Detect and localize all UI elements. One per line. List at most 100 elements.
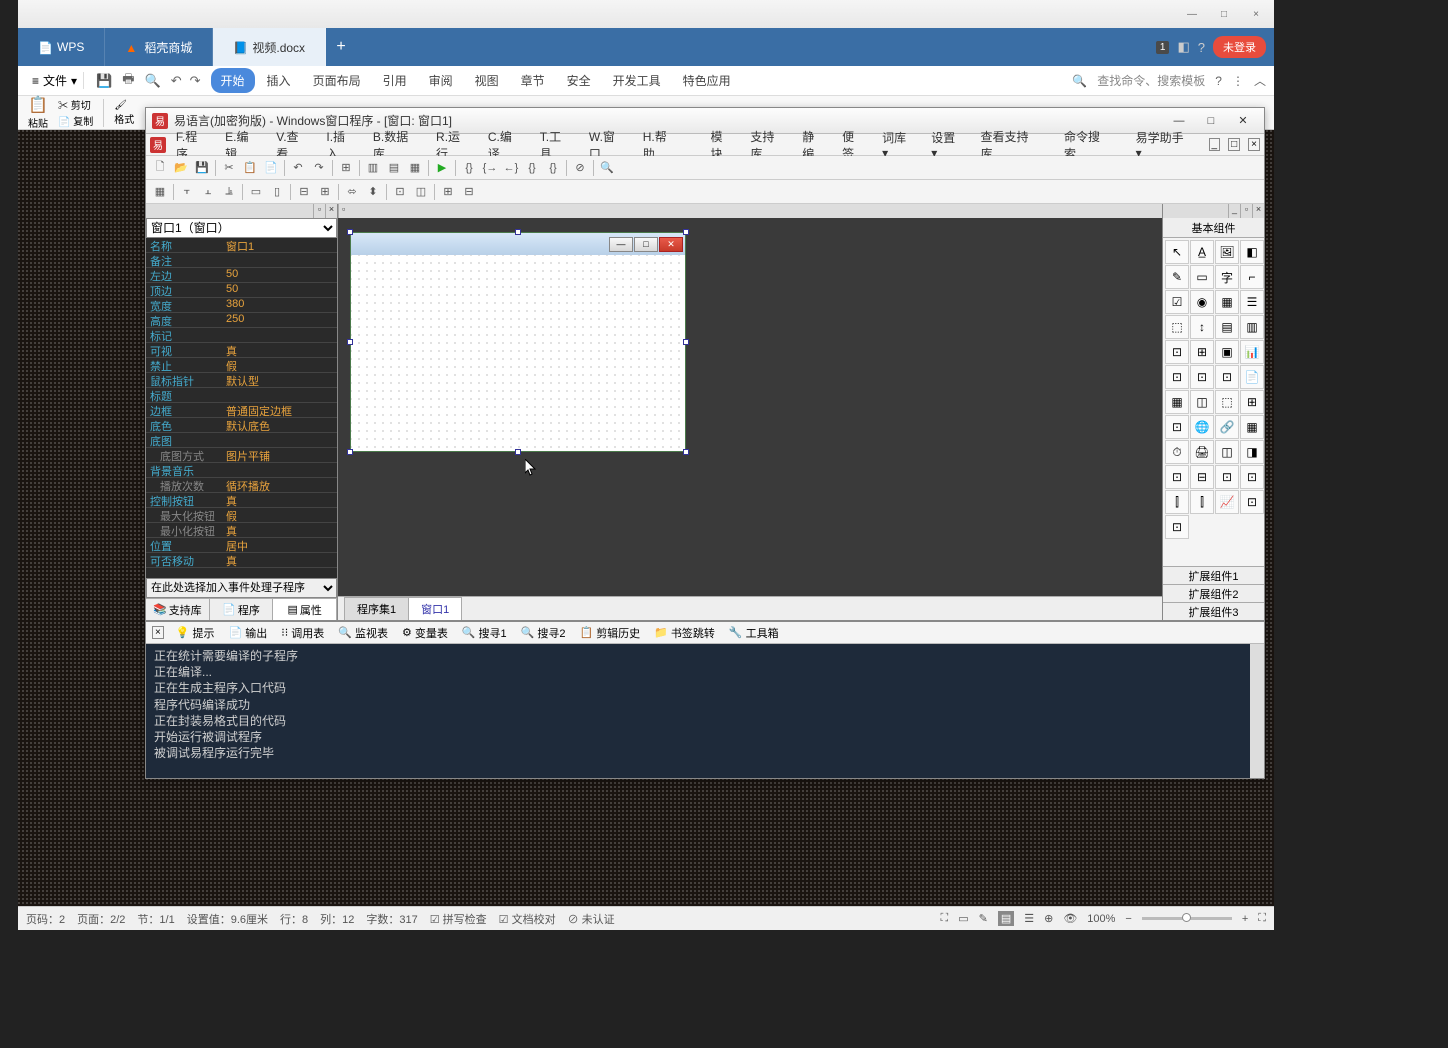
panel-close-icon[interactable]: × [1252,204,1264,218]
component-item-24[interactable]: ▦ [1165,390,1189,414]
resize-handle-e[interactable] [683,339,689,345]
prop-row[interactable]: 鼠标指针默认型 [146,373,337,388]
prop-value[interactable]: 真 [222,553,337,567]
view-edit-icon[interactable]: ✎ [979,912,988,925]
prop-value[interactable]: 真 [222,343,337,357]
lefttab-supportlib[interactable]: 📚支持库 [146,599,210,620]
redo-icon[interactable]: ↷ [190,73,201,89]
tb-cut-icon[interactable]: ✂ [219,158,239,178]
tb-step4-icon[interactable]: {} [522,158,542,178]
resize-handle-n[interactable] [515,229,521,235]
tb-al6-icon[interactable]: ▯ [267,182,287,202]
tb-al12-icon[interactable]: ◫ [411,182,431,202]
prop-row[interactable]: 左边50 [146,268,337,283]
component-item-15[interactable]: ▥ [1240,315,1264,339]
prop-row[interactable]: 背景音乐 [146,463,337,478]
prop-row[interactable]: 播放次数循环播放 [146,478,337,493]
tb-step3-icon[interactable]: ←} [501,158,521,178]
resize-handle-ne[interactable] [683,229,689,235]
component-item-16[interactable]: ⊡ [1165,340,1189,364]
zoom-value[interactable]: 100% [1087,913,1115,925]
tb-undo-icon[interactable]: ↶ [288,158,308,178]
component-item-37[interactable]: ⊟ [1190,465,1214,489]
prop-value[interactable]: 假 [222,508,337,522]
component-item-7[interactable]: ⌐ [1240,265,1264,289]
prop-row[interactable]: 位置居中 [146,538,337,553]
tab-programset1[interactable]: 程序集1 [344,597,409,620]
prop-row[interactable]: 最小化按钮真 [146,523,337,538]
status-page[interactable]: 页码：2 [26,911,65,927]
tb-al3-icon[interactable]: ⫠ [198,182,218,202]
output-scrollbar[interactable] [1250,644,1264,778]
component-item-10[interactable]: ▦ [1215,290,1239,314]
view-outline-icon[interactable]: ☰ [1024,912,1034,925]
component-item-5[interactable]: ▭ [1190,265,1214,289]
outtab-search1[interactable]: 🔍搜寻1 [456,623,513,643]
view-page-icon[interactable]: ▤ [998,911,1014,926]
component-item-1[interactable]: A̲ [1190,240,1214,264]
component-item-4[interactable]: ✎ [1165,265,1189,289]
tb-redo-icon[interactable]: ↷ [309,158,329,178]
tb-step5-icon[interactable]: {} [543,158,563,178]
component-item-44[interactable]: ⊡ [1165,515,1189,539]
tb-al11-icon[interactable]: ⊡ [390,182,410,202]
tb-run-icon[interactable]: ▶ [432,158,452,178]
zoom-in-button[interactable]: + [1242,913,1248,925]
status-proof[interactable]: ☑ 文档校对 [499,911,556,927]
component-item-29[interactable]: 🌐 [1190,415,1214,439]
prop-row[interactable]: 顶边50 [146,283,337,298]
component-item-17[interactable]: ⊞ [1190,340,1214,364]
tb-step2-icon[interactable]: {→ [480,158,500,178]
mdi-close-icon[interactable]: × [1248,138,1260,151]
ribbon-chapter[interactable]: 章节 [511,68,555,93]
panel-pin-icon[interactable]: ▫ [1240,204,1252,218]
tb-tabord-icon[interactable]: ⊞ [336,158,356,178]
fit-icon[interactable]: ⛶ [1258,912,1266,925]
help-icon[interactable]: ? [1198,40,1205,55]
tb-al10-icon[interactable]: ⬍ [363,182,383,202]
tab-docer[interactable]: ▲稻壳商城 [105,28,213,66]
ribbon-special[interactable]: 特色应用 [673,68,741,93]
mdi-max-icon[interactable]: □ [1228,138,1240,151]
status-spell[interactable]: ☑ 拼写检查 [430,911,487,927]
tb-al5-icon[interactable]: ▭ [246,182,266,202]
outtab-search2[interactable]: 🔍搜寻2 [515,623,572,643]
prop-value[interactable] [222,328,337,342]
resize-handle-nw[interactable] [347,229,353,235]
component-item-9[interactable]: ◉ [1190,290,1214,314]
exttab-2[interactable]: 扩展组件2 [1163,584,1264,602]
tb-copy-icon[interactable]: 📋 [240,158,260,178]
prop-value[interactable]: 居中 [222,538,337,552]
component-item-30[interactable]: 🔗 [1215,415,1239,439]
component-item-2[interactable]: 🖼 [1215,240,1239,264]
search-placeholder[interactable]: 查找命令、搜索模板 [1097,72,1205,89]
tb-step1-icon[interactable]: {} [459,158,479,178]
prop-value[interactable]: 默认型 [222,373,337,387]
tb-al4-icon[interactable]: ⫡ [219,182,239,202]
save-icon[interactable]: 💾 [96,73,112,89]
component-item-19[interactable]: 📊 [1240,340,1264,364]
tb-stop-icon[interactable]: ⊘ [570,158,590,178]
status-cert[interactable]: ⊘ 未认证 [568,911,615,927]
tb-open-icon[interactable]: 📂 [171,158,191,178]
prop-row[interactable]: 底图方式图片平铺 [146,448,337,463]
form-client-area[interactable] [351,255,685,451]
print-icon[interactable]: 🖶 [122,70,134,92]
prop-value[interactable]: 真 [222,523,337,537]
prop-row[interactable]: 控制按钮真 [146,493,337,508]
design-form[interactable]: — □ ✕ [350,232,686,452]
prop-value[interactable]: 普通固定边框 [222,403,337,417]
more-icon[interactable]: ⋮ [1232,74,1244,88]
component-item-11[interactable]: ☰ [1240,290,1264,314]
lefttab-program[interactable]: 📄程序 [210,599,274,620]
login-button[interactable]: 未登录 [1213,36,1266,58]
component-item-42[interactable]: 📈 [1215,490,1239,514]
ribbon-reference[interactable]: 引用 [373,68,417,93]
object-select[interactable]: 窗口1（窗口） [146,218,337,238]
prop-value[interactable]: 50 [222,268,337,282]
component-item-43[interactable]: ⊡ [1240,490,1264,514]
prop-row[interactable]: 可否移动真 [146,553,337,568]
view-eye-icon[interactable]: 👁 [1063,912,1077,925]
outtab-calltable[interactable]: ⁝⁝调用表 [275,623,330,643]
ribbon-security[interactable]: 安全 [557,68,601,93]
